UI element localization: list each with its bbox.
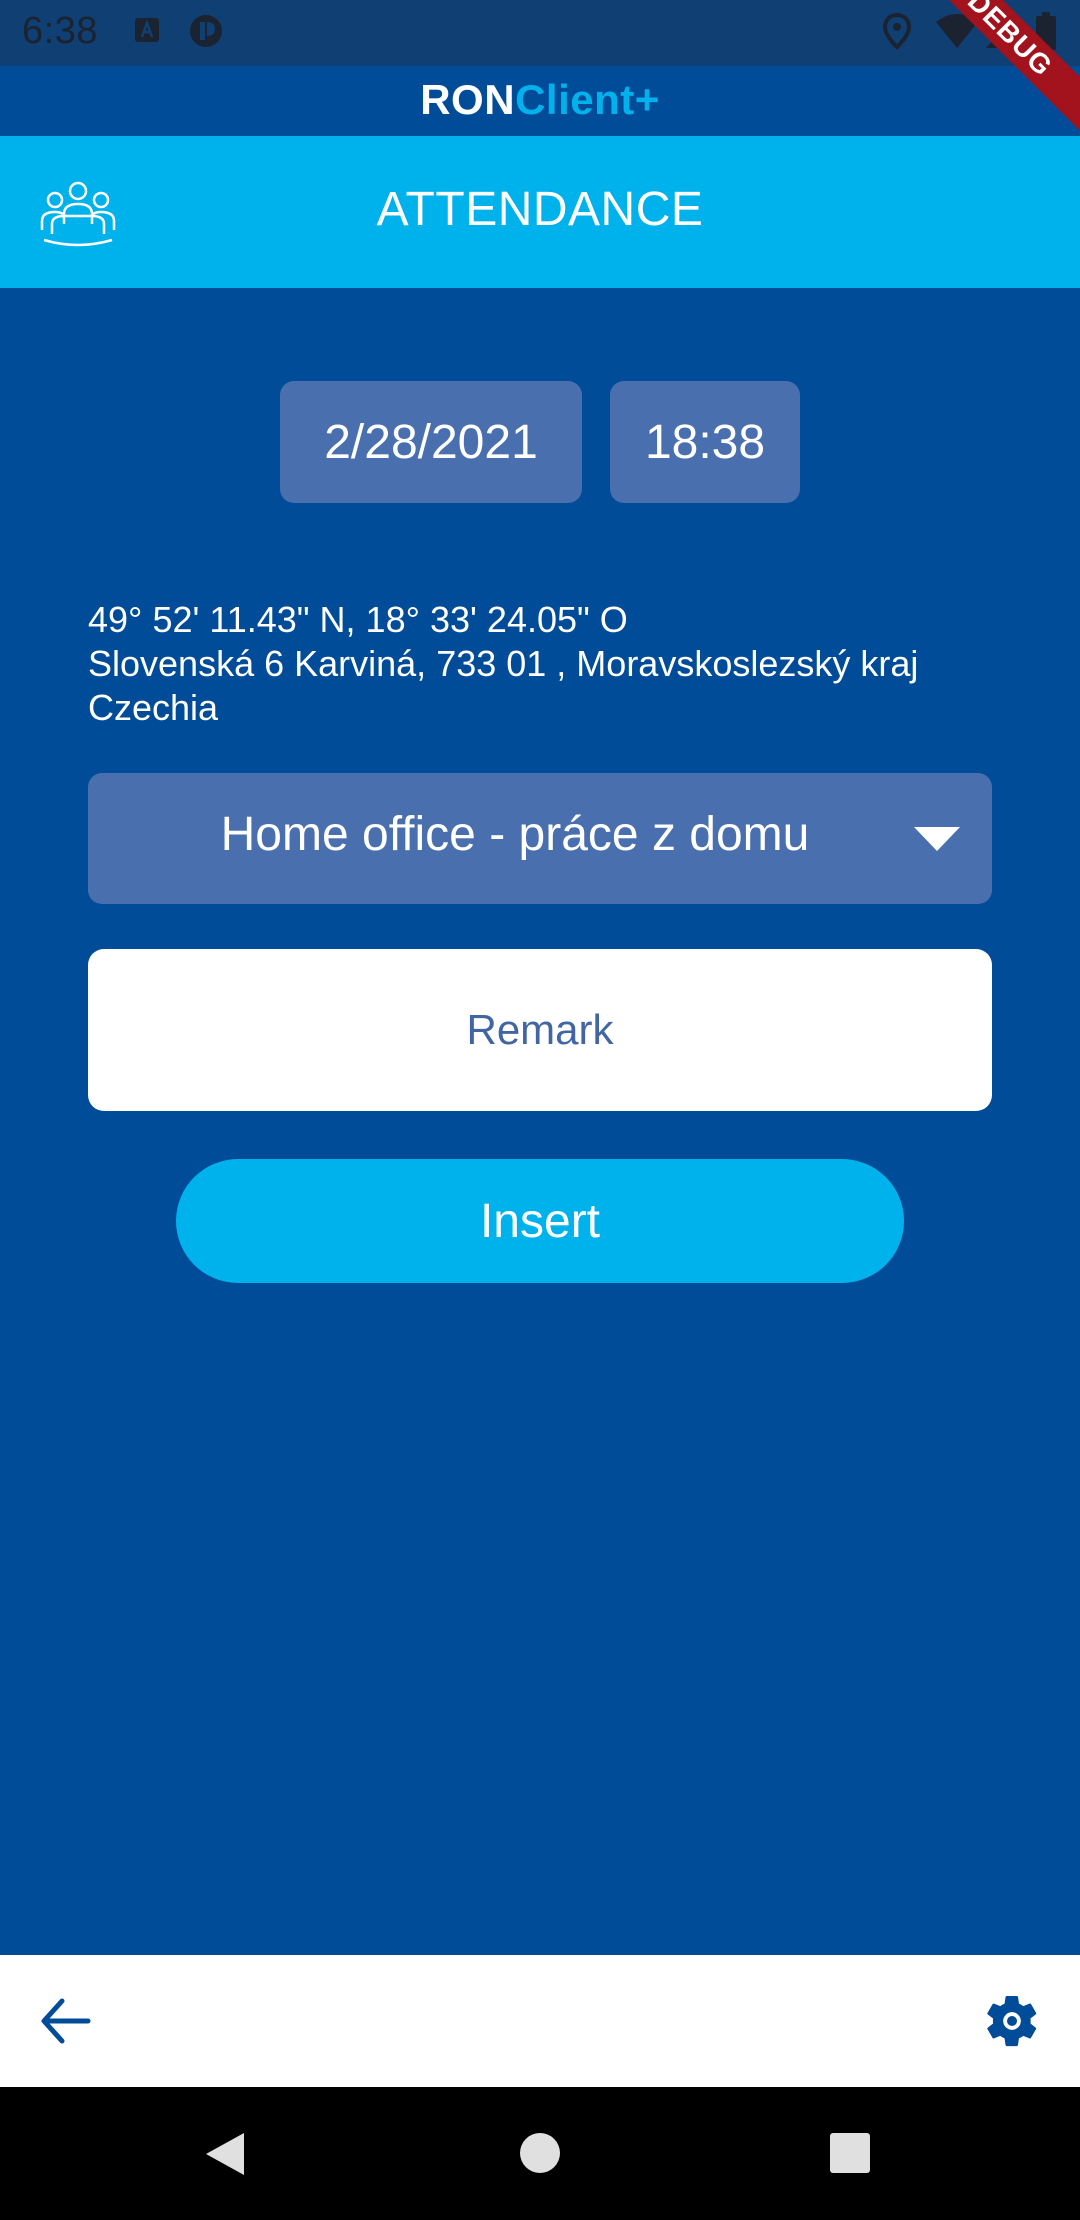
nav-home-icon[interactable]	[518, 2131, 562, 2180]
location-address: Slovenská 6 Karviná, 733 01 , Moravskosl…	[88, 643, 919, 684]
page-header: ATTENDANCE	[0, 136, 1080, 288]
system-nav-bar	[0, 2087, 1080, 2220]
app-title-accent: Client+	[515, 76, 660, 123]
nav-back-icon[interactable]	[204, 2131, 246, 2182]
date-picker[interactable]: 2/28/2021	[280, 381, 582, 503]
insert-button[interactable]: Insert	[176, 1159, 904, 1283]
app-notification-icon	[188, 12, 226, 60]
status-time: 6:38	[22, 10, 98, 52]
gear-icon[interactable]	[982, 1991, 1042, 2056]
dropdown-arrow-icon	[914, 827, 960, 856]
time-value: 18:38	[644, 415, 766, 469]
bottom-bar	[0, 1955, 1080, 2087]
status-bar: 6:38	[0, 0, 1080, 66]
app-bar: RONClient+	[0, 66, 1080, 136]
date-value: 2/28/2021	[324, 415, 538, 469]
location-icon	[882, 12, 912, 60]
insert-button-label: Insert	[479, 1194, 601, 1248]
attendance-type-dropdown[interactable]: Home office - práce z domu	[88, 773, 992, 904]
location-coordinates: 49° 52' 11.43" N, 18° 33' 24.05" O	[88, 599, 628, 640]
location-country: Czechia	[88, 687, 219, 728]
attendance-type-value: Home office - práce z domu	[220, 808, 810, 861]
page-title: ATTENDANCE	[376, 183, 704, 236]
back-arrow-icon[interactable]	[38, 1995, 94, 2052]
app-title-main: RON	[420, 76, 516, 123]
app-title: RONClient+	[0, 76, 1080, 124]
location-info: 49° 52' 11.43" N, 18° 33' 24.05" O Slove…	[88, 598, 1048, 730]
time-picker[interactable]: 18:38	[610, 381, 800, 503]
nav-recents-icon[interactable]	[828, 2131, 872, 2180]
a-box-icon	[133, 12, 163, 56]
remark-input[interactable]	[88, 949, 992, 1111]
